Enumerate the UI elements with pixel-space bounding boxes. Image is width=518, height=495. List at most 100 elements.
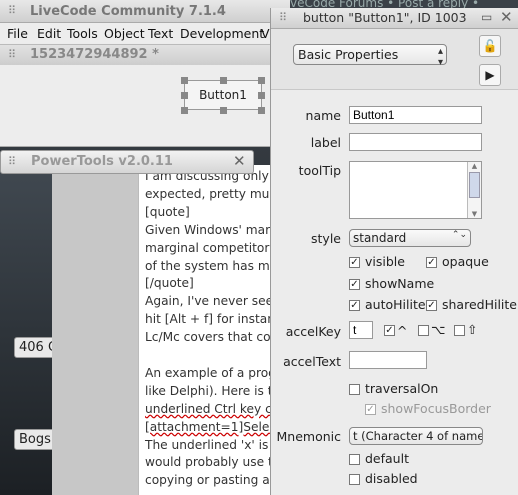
style-dropdown[interactable]: standard ⌃⌄	[349, 229, 471, 247]
sharedhilite-checkbox[interactable]: ✓	[426, 300, 437, 311]
post-text-line: [/quote]	[145, 276, 194, 291]
post-text-line: Lc/Mc covers that co	[145, 330, 271, 345]
menu-object[interactable]: Object	[104, 26, 145, 41]
chevron-updown-icon: ⌃⌄	[451, 230, 467, 240]
disabled-label: disabled	[365, 471, 418, 486]
close-icon[interactable]: ✕	[233, 152, 246, 170]
grip-icon: ⠿	[8, 48, 17, 61]
inspector-title: button "Button1", ID 1003	[303, 10, 467, 25]
resize-handle[interactable]	[258, 107, 265, 114]
grip-icon: ⠿	[8, 4, 17, 17]
option-key-icon: ⌥	[431, 322, 446, 337]
traversalon-checkbox[interactable]	[349, 384, 360, 395]
menu-file[interactable]: File	[7, 26, 28, 41]
accelkey-field[interactable]	[349, 321, 373, 339]
post-text-line: expected, pretty muc	[145, 186, 277, 201]
resize-handle[interactable]	[181, 107, 188, 114]
option-modifier-checkbox[interactable]	[418, 325, 429, 336]
post-text-line: copying or pasting all	[145, 473, 277, 488]
section-label: Basic Properties	[298, 47, 399, 62]
tooltip-label: toolTip	[298, 163, 341, 178]
caret-icon: ^	[397, 323, 408, 338]
tooltip-field[interactable]: ▲ ▼	[349, 161, 482, 219]
post-reply-textarea[interactable]: I am discussing only expected, pretty muc…	[138, 165, 284, 495]
post-text-line: marginal competitors,	[145, 240, 280, 255]
mnemonic-value: t (Character 4 of name)	[353, 429, 483, 443]
grip-icon: ⠿	[8, 155, 17, 168]
close-icon[interactable]: ✕	[500, 8, 513, 26]
disabled-checkbox[interactable]	[349, 474, 360, 485]
opaque-checkbox[interactable]: ✓	[426, 257, 437, 268]
acceltext-label: accelText	[283, 354, 341, 369]
mnemonic-dropdown[interactable]: t (Character 4 of name)	[349, 427, 483, 445]
post-text-line: hit [Alt + f] for instanc	[145, 312, 282, 327]
powertools-title: PowerTools v2.0.11	[31, 154, 173, 169]
inspector-titlebar[interactable]: ⠿ button "Button1", ID 1003 ▭ ✕	[271, 8, 518, 29]
powertools-palette[interactable]: ⠿ PowerTools v2.0.11 ✕	[0, 150, 254, 174]
post-text-line: of the system has mo	[145, 258, 278, 273]
visible-checkbox[interactable]: ✓	[349, 257, 360, 268]
showname-label: showName	[365, 276, 435, 291]
shift-modifier-checkbox[interactable]	[454, 325, 465, 336]
resize-handle[interactable]	[258, 92, 265, 99]
showfocusborder-checkbox[interactable]: ✓	[365, 404, 376, 415]
post-text-line: would probably use th	[145, 455, 281, 470]
menubar: File Edit Tools Object Text Development …	[0, 23, 290, 43]
post-text-line: Again, I've never see	[145, 294, 274, 309]
tooltip-scrollbar[interactable]: ▲ ▼	[467, 162, 481, 218]
label-field[interactable]	[349, 133, 482, 151]
autohilite-label: autoHilite	[365, 297, 426, 312]
play-icon[interactable]: ▶	[479, 64, 501, 86]
name-label: name	[305, 108, 341, 123]
acceltext-field[interactable]	[349, 351, 427, 369]
showname-checkbox[interactable]: ✓	[349, 279, 360, 290]
post-text-line: [quote]	[145, 204, 190, 219]
post-text-line: like Delphi). Here is t	[145, 383, 273, 398]
post-text-line: underlined Ctrl key co	[145, 401, 280, 416]
autohilite-checkbox[interactable]: ✓	[349, 300, 360, 311]
mnemonic-label: Mnemonic	[276, 429, 342, 444]
property-inspector: ⠿ button "Button1", ID 1003 ▭ ✕ Basic Pr…	[270, 8, 518, 495]
post-text-line: Given Windows' mark	[145, 222, 278, 237]
button1[interactable]: Button1	[184, 80, 262, 110]
accelkey-label: accelKey	[285, 324, 341, 339]
livecode-title: LiveCode Community 7.1.4	[30, 4, 226, 19]
minimize-icon[interactable]: ▭	[481, 10, 492, 24]
resize-handle[interactable]	[181, 92, 188, 99]
resize-handle[interactable]	[181, 77, 188, 84]
resize-handle[interactable]	[220, 107, 227, 114]
menu-development[interactable]: Development	[180, 26, 264, 41]
section-dropdown[interactable]: Basic Properties ▴ ▾	[293, 44, 447, 68]
post-text-line: An example of a prog	[145, 365, 276, 380]
menu-tools[interactable]: Tools	[67, 26, 98, 41]
scroll-thumb[interactable]	[469, 172, 480, 198]
style-value: standard	[353, 231, 407, 245]
name-field[interactable]	[349, 106, 482, 124]
inspector-header: Basic Properties ▴ ▾ 🔓 ▶	[271, 29, 518, 90]
showfocusborder-label: showFocusBorder	[381, 401, 491, 416]
menu-edit[interactable]: Edit	[37, 26, 61, 41]
lock-icon[interactable]: 🔓	[479, 35, 501, 57]
control-modifier-checkbox[interactable]: ✓	[384, 325, 395, 336]
post-text-line: The underlined 'x' is j	[145, 437, 276, 452]
livecode-window: ⠿ LiveCode Community 7.1.4 File Edit Too…	[0, 0, 290, 147]
shift-key-icon: ⇧	[467, 322, 478, 337]
resize-handle[interactable]	[258, 77, 265, 84]
style-label: style	[311, 231, 341, 246]
default-checkbox[interactable]	[349, 454, 360, 465]
chevron-updown-icon: ▴ ▾	[437, 46, 443, 68]
traversalon-label: traversalOn	[365, 381, 439, 396]
scroll-up-icon[interactable]: ▲	[468, 162, 481, 170]
post-text-line: [attachment=1]Select	[145, 419, 281, 434]
sharedhilite-label: sharedHilite	[442, 297, 517, 312]
browser-margin	[52, 170, 138, 495]
menu-view[interactable]: V	[261, 26, 270, 41]
stack-title: 1523472944892 *	[30, 47, 159, 62]
resize-handle[interactable]	[220, 77, 227, 84]
livecode-titlebar[interactable]: ⠿ LiveCode Community 7.1.4	[0, 0, 290, 23]
stack-titlebar[interactable]: ⠿ 1523472944892 *	[0, 44, 290, 66]
default-label: default	[365, 451, 409, 466]
scroll-down-icon[interactable]: ▼	[468, 210, 481, 218]
user-badge-2[interactable]: Bogs	[14, 429, 56, 450]
menu-text[interactable]: Text	[148, 26, 173, 41]
